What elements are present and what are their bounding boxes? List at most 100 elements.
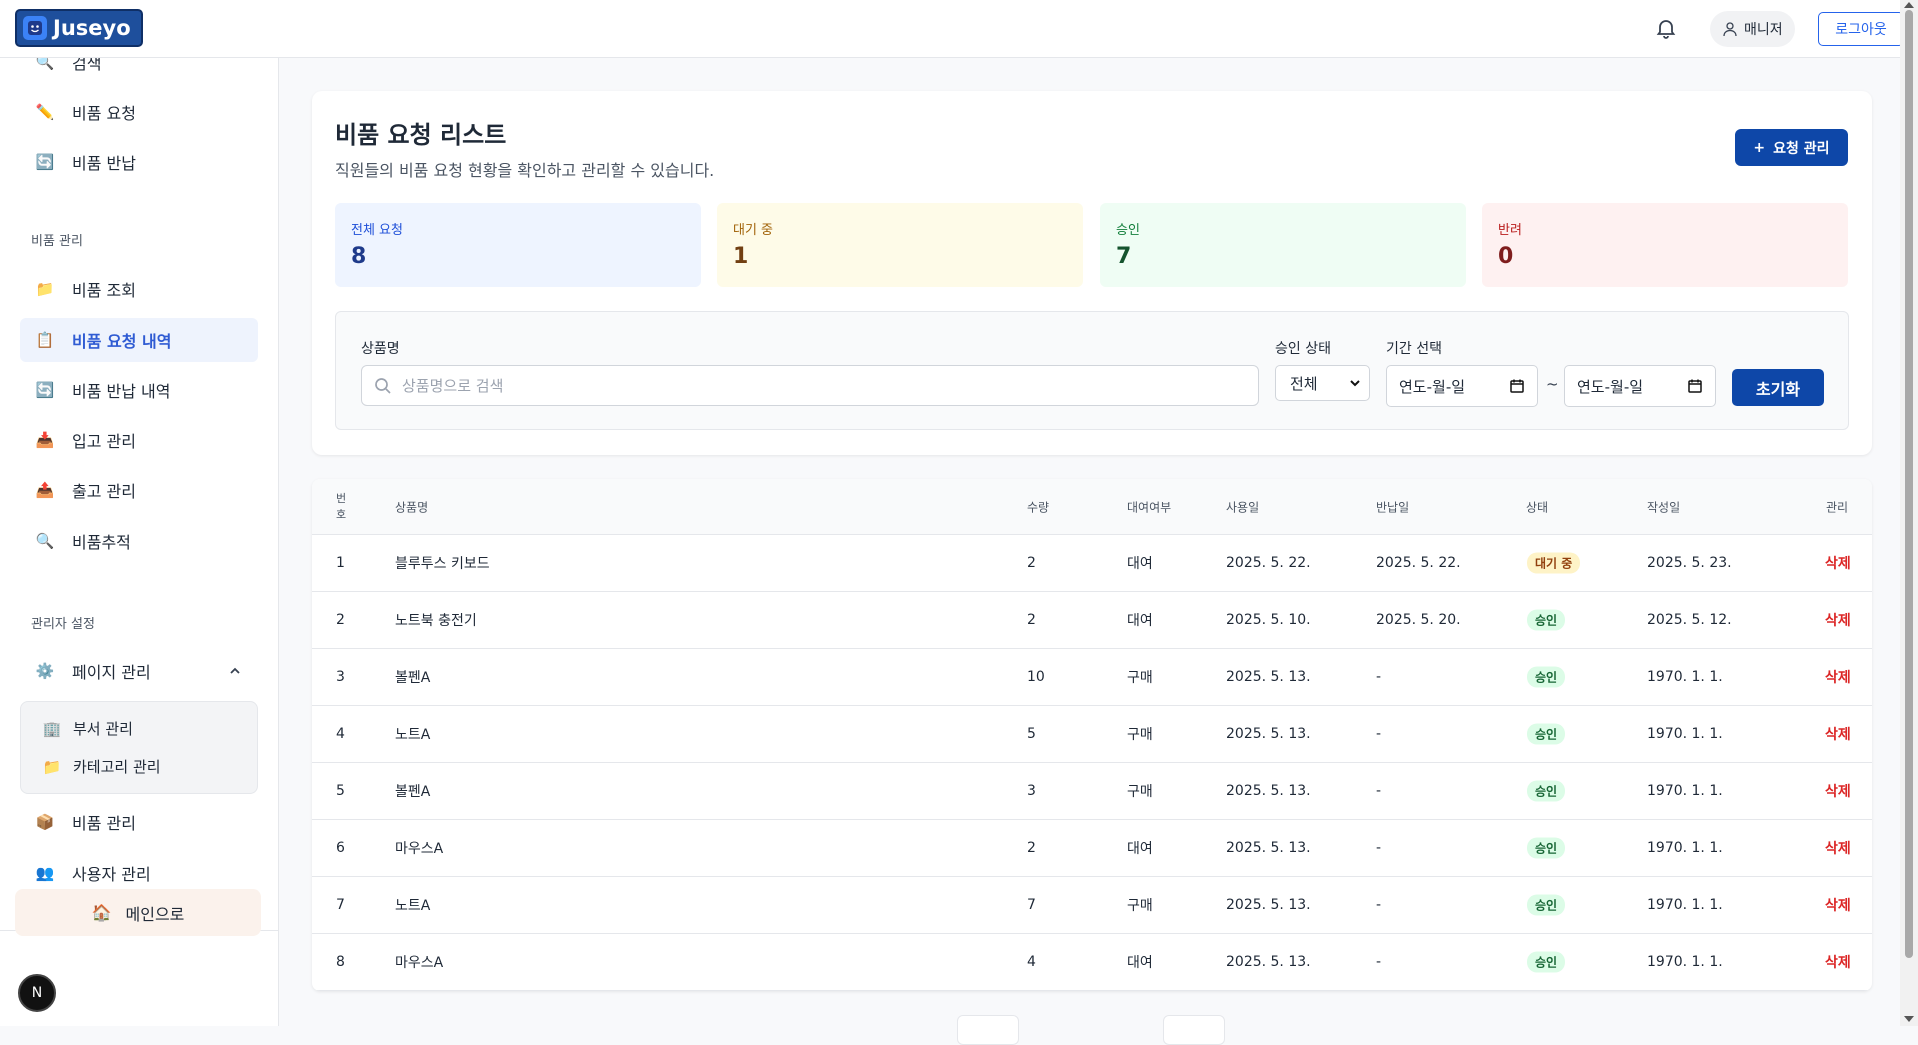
sidebar-item-asset-view[interactable]: 📁 비품 조회 <box>20 267 258 311</box>
pencil-icon: ✏️ <box>35 103 55 121</box>
delete-button[interactable]: 삭제 <box>1825 952 1851 972</box>
sidebar-item-outbound[interactable]: 📤 출고 관리 <box>20 468 258 512</box>
chevron-down-icon <box>1350 380 1360 387</box>
user-icon <box>1723 22 1737 37</box>
delete-button[interactable]: 삭제 <box>1825 838 1851 858</box>
row-return-date: - <box>1376 840 1382 856</box>
sidebar-item-label: 비품추적 <box>72 533 131 552</box>
outbox-icon: 📤 <box>35 481 55 499</box>
stat-pending: 대기 중 1 <box>717 203 1083 287</box>
request-table: 번 호 상품명 수량 대여여부 사용일 반납일 상태 작성일 관리 1 블루투스 … <box>312 479 1872 991</box>
sidebar-item-label: 비품 반납 내역 <box>72 382 171 401</box>
row-rent: 구매 <box>1127 784 1153 800</box>
sidebar-item-asset-admin[interactable]: 📦 비품 관리 <box>20 800 258 844</box>
row-rent: 대여 <box>1127 841 1153 857</box>
manage-requests-button[interactable]: + 요청 관리 <box>1735 129 1848 166</box>
top-bar: Juseyo 매니저 로그아웃 <box>0 0 1904 58</box>
row-name: 볼펜A <box>395 784 431 800</box>
row-use-date: 2025. 5. 13. <box>1226 897 1311 913</box>
row-qty: 7 <box>1027 897 1036 913</box>
stat-value: 1 <box>733 244 749 269</box>
section-label-asset-management: 비품 관리 <box>31 234 83 249</box>
delete-button[interactable]: 삭제 <box>1825 610 1851 630</box>
date-to-input[interactable]: 연도-월-일 <box>1564 365 1716 407</box>
row-status: 대기 중 <box>1527 552 1581 574</box>
delete-button[interactable]: 삭제 <box>1825 895 1851 915</box>
user-name: 매니저 <box>1744 22 1783 38</box>
delete-button[interactable]: 삭제 <box>1825 667 1851 687</box>
sidebar-item-inbound[interactable]: 📥 입고 관리 <box>20 418 258 462</box>
dev-tools-badge[interactable]: N <box>18 974 56 1012</box>
app-logo[interactable]: Juseyo <box>15 9 143 47</box>
sidebar-item-page-management[interactable]: ⚙️ 페이지 관리 <box>20 649 258 693</box>
sidebar-item-label: 페이지 관리 <box>72 663 151 682</box>
row-return-date: - <box>1376 669 1382 685</box>
reset-button[interactable]: 초기화 <box>1732 369 1824 406</box>
product-name-label: 상품명 <box>361 341 400 357</box>
date-from-value: 연도-월-일 <box>1399 377 1466 396</box>
row-status: 승인 <box>1527 894 1566 916</box>
delete-button[interactable]: 삭제 <box>1825 553 1851 573</box>
row-status: 승인 <box>1527 780 1566 802</box>
row-rent: 대여 <box>1127 955 1153 971</box>
row-rent: 대여 <box>1127 613 1153 629</box>
logo-face-icon <box>23 16 47 40</box>
sidebar: 🔍 검색 ✏️ 비품 요청 🔄 비품 반납 비품 관리 📁 비품 조회 📋 비품… <box>0 53 279 1026</box>
logo-text: Juseyo <box>53 16 131 40</box>
row-status: 승인 <box>1527 837 1566 859</box>
sidebar-item-tracking[interactable]: 🔍 비품추적 <box>20 519 258 563</box>
user-menu[interactable]: 매니저 <box>1710 11 1795 47</box>
row-created: 1970. 1. 1. <box>1647 840 1723 856</box>
row-return-date: 2025. 5. 22. <box>1376 555 1461 571</box>
row-return-date: - <box>1376 783 1382 799</box>
pagination-prev[interactable] <box>957 1015 1019 1045</box>
stat-total: 전체 요청 8 <box>335 203 701 287</box>
row-status: 승인 <box>1527 666 1566 688</box>
pagination-next[interactable] <box>1163 1015 1225 1045</box>
row-created: 1970. 1. 1. <box>1647 783 1723 799</box>
building-icon: 🏢 <box>42 719 62 738</box>
col-created: 작성일 <box>1647 500 1681 514</box>
sidebar-item-department[interactable]: 🏢 부서 관리 <box>43 718 133 739</box>
sidebar-item-return-history[interactable]: 🔄 비품 반납 내역 <box>20 368 258 412</box>
sidebar-item-return[interactable]: 🔄 비품 반납 <box>20 140 258 184</box>
row-return-date: - <box>1376 726 1382 742</box>
sidebar-item-label: 부서 관리 <box>73 720 133 738</box>
notification-bell-icon[interactable] <box>1654 16 1678 40</box>
sidebar-item-category[interactable]: 📁 카테고리 관리 <box>43 756 161 777</box>
row-use-date: 2025. 5. 13. <box>1226 954 1311 970</box>
sidebar-item-label: 카테고리 관리 <box>73 758 161 776</box>
page-scrollbar[interactable] <box>1900 0 1918 1026</box>
return-icon: 🔄 <box>35 153 55 171</box>
calendar-icon[interactable] <box>1509 378 1525 394</box>
col-manage: 관리 <box>1826 500 1849 514</box>
sidebar-item-label: 사용자 관리 <box>72 865 151 884</box>
table-row: 3 볼펜A 10 구매 2025. 5. 13. - 승인 1970. 1. 1. 삭제 <box>312 649 1872 706</box>
row-use-date: 2025. 5. 13. <box>1226 840 1311 856</box>
row-status: 승인 <box>1527 609 1566 631</box>
approval-status-select[interactable]: 전체 <box>1275 365 1370 401</box>
row-qty: 10 <box>1027 669 1045 685</box>
scroll-down-arrow-icon[interactable] <box>1904 1016 1914 1022</box>
search-input[interactable]: 상품명으로 검색 <box>361 365 1259 406</box>
scrollbar-thumb[interactable] <box>1905 10 1913 958</box>
scroll-up-arrow-icon[interactable] <box>1904 2 1914 8</box>
house-icon: 🏠 <box>91 903 112 922</box>
logout-button[interactable]: 로그아웃 <box>1818 12 1904 46</box>
delete-button[interactable]: 삭제 <box>1825 724 1851 744</box>
folder-icon: 📁 <box>35 280 55 298</box>
home-button[interactable]: 🏠 메인으로 <box>15 889 261 936</box>
date-from-input[interactable]: 연도-월-일 <box>1386 365 1538 407</box>
calendar-icon[interactable] <box>1687 378 1703 394</box>
row-rent: 구매 <box>1127 670 1153 686</box>
row-qty: 4 <box>1027 954 1036 970</box>
row-no: 4 <box>336 726 345 742</box>
row-name: 볼펜A <box>395 670 431 686</box>
row-name: 마우스A <box>395 841 444 857</box>
row-qty: 2 <box>1027 612 1036 628</box>
delete-button[interactable]: 삭제 <box>1825 781 1851 801</box>
sidebar-item-request[interactable]: ✏️ 비품 요청 <box>20 90 258 134</box>
sidebar-item-request-history[interactable]: 📋 비품 요청 내역 <box>20 318 258 362</box>
search-icon <box>375 377 391 394</box>
row-use-date: 2025. 5. 13. <box>1226 783 1311 799</box>
